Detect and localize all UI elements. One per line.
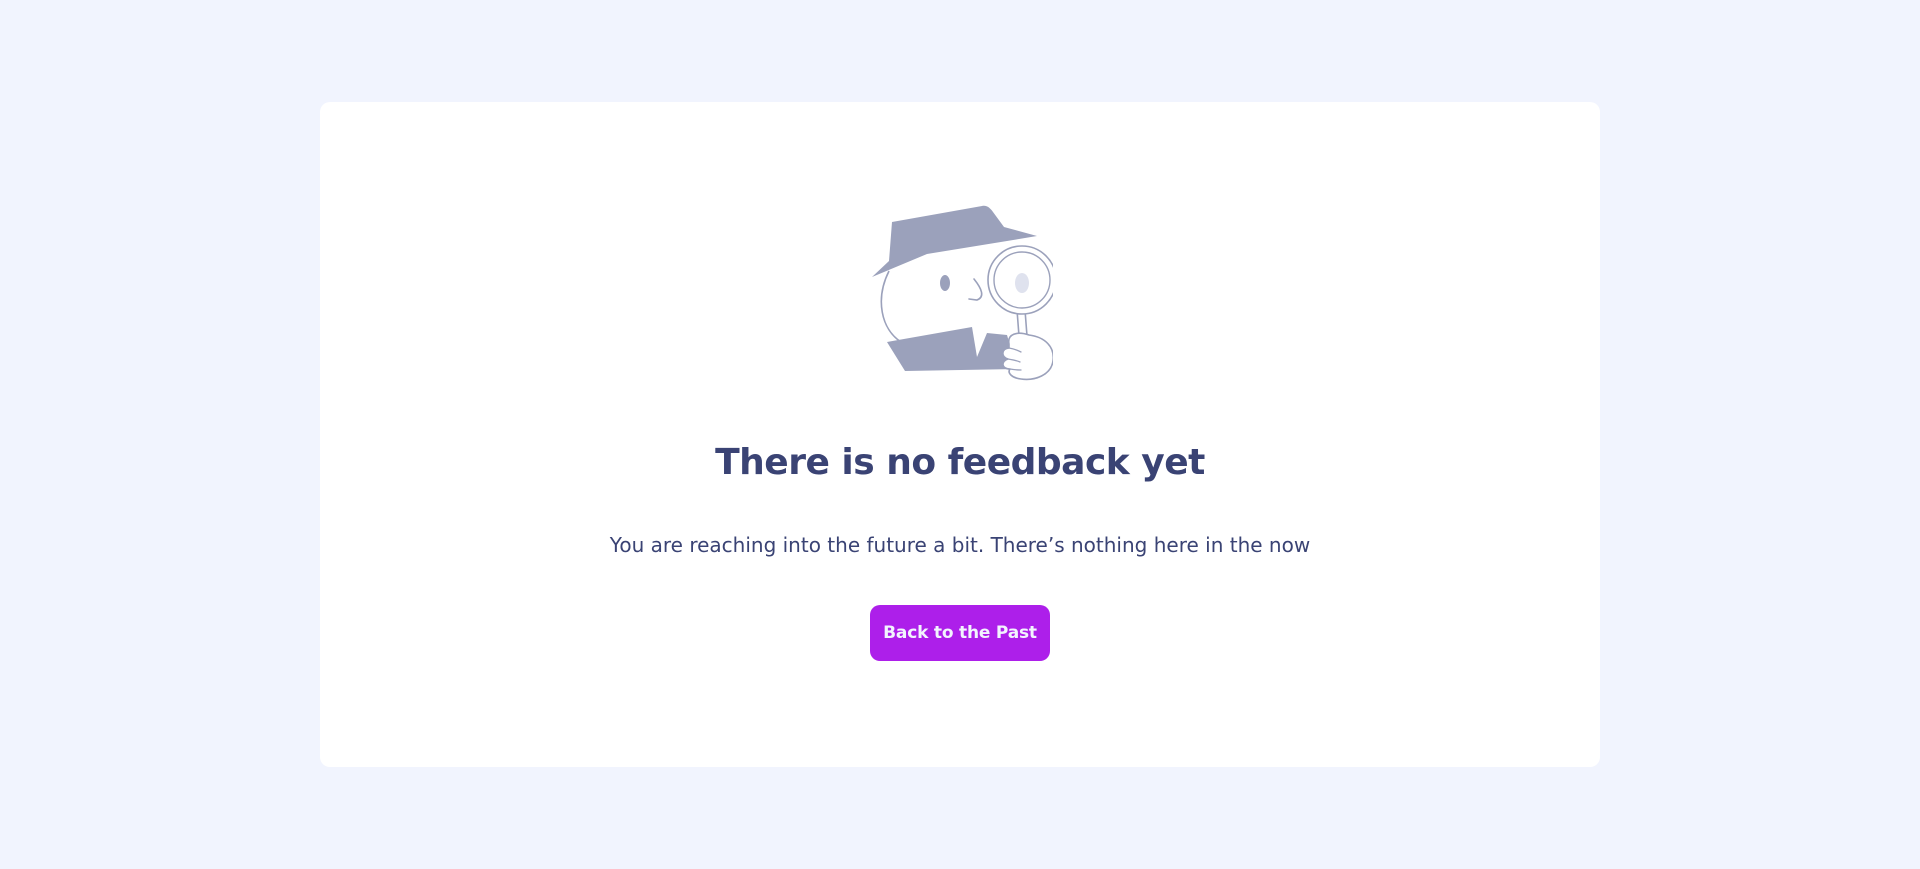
empty-state-message: You are reaching into the future a bit. … [609, 533, 1311, 557]
magnified-eye [1015, 273, 1029, 293]
page: There is no feedback yet You are reachin… [0, 0, 1920, 869]
eye-shape [940, 275, 950, 291]
coat-shape [887, 327, 1017, 371]
back-to-the-past-button[interactable]: Back to the Past [870, 605, 1050, 661]
hand-shape [1002, 332, 1053, 381]
empty-state-title: There is no feedback yet [715, 442, 1205, 483]
detective-illustration [872, 205, 1053, 381]
empty-state-card: There is no feedback yet You are reachin… [320, 102, 1600, 767]
